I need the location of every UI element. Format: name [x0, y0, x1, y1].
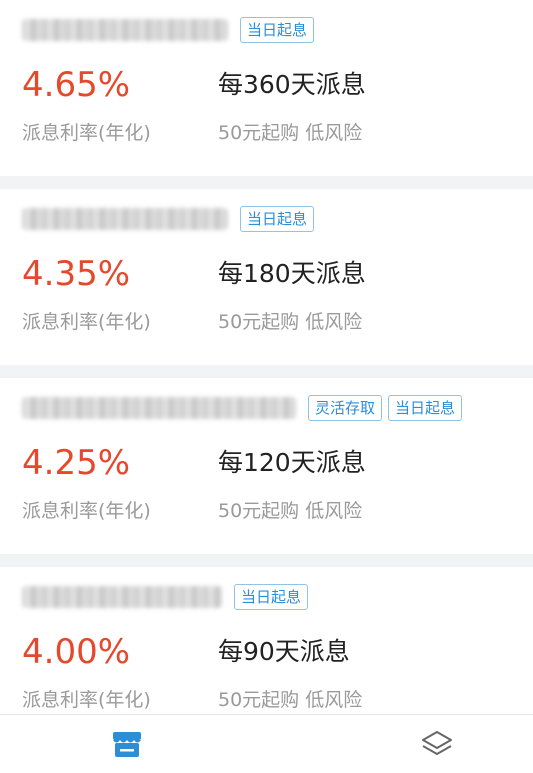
store-icon[interactable]	[110, 729, 144, 759]
product-title-row: 灵活存取 当日起息	[22, 392, 468, 424]
interest-rate: 4.25%	[22, 443, 131, 483]
rate-label: 派息利率(年化)	[22, 689, 151, 711]
layers-icon[interactable]	[420, 729, 454, 759]
product-title-row: 当日起息	[22, 14, 320, 46]
product-conditions: 50元起购 低风险	[218, 496, 362, 526]
interest-rate: 4.65%	[22, 65, 131, 105]
product-card[interactable]: 当日起息 4.65% 派息利率(年化) 每360天派息 50元起购 低风险	[0, 0, 533, 189]
payout-period: 每360天派息	[218, 70, 366, 99]
bottom-tab-bar	[0, 714, 533, 773]
blurred-product-name	[22, 397, 296, 419]
blurred-product-name	[22, 586, 222, 608]
payout-period: 每180天派息	[218, 259, 366, 288]
interest-rate: 4.00%	[22, 632, 131, 672]
payout-period: 每120天派息	[218, 448, 366, 477]
risk-level: 低风险	[305, 689, 363, 711]
min-amount: 50元起购	[218, 122, 300, 144]
tag-same-day-interest: 当日起息	[240, 206, 315, 232]
blurred-product-name	[22, 208, 228, 230]
min-amount: 50元起购	[218, 689, 300, 711]
risk-level: 低风险	[305, 122, 363, 144]
blurred-product-name	[22, 19, 228, 41]
product-title-row: 当日起息	[22, 203, 320, 235]
product-card[interactable]: 灵活存取 当日起息 4.25% 派息利率(年化) 每120天派息 50元起购 低…	[0, 378, 533, 567]
min-amount: 50元起购	[218, 500, 300, 522]
product-list: 当日起息 4.65% 派息利率(年化) 每360天派息 50元起购 低风险 当日…	[0, 0, 533, 767]
tag-same-day-interest: 当日起息	[240, 17, 315, 43]
product-conditions: 50元起购 低风险	[218, 685, 362, 715]
risk-level: 低风险	[305, 311, 363, 333]
product-conditions: 50元起购 低风险	[218, 307, 362, 337]
min-amount: 50元起购	[218, 311, 300, 333]
product-title-row: 当日起息	[22, 581, 314, 613]
tag-flexible-access: 灵活存取	[308, 395, 383, 421]
product-card[interactable]: 当日起息 4.35% 派息利率(年化) 每180天派息 50元起购 低风险	[0, 189, 533, 378]
product-conditions: 50元起购 低风险	[218, 118, 362, 148]
tag-same-day-interest: 当日起息	[388, 395, 463, 421]
rate-label: 派息利率(年化)	[22, 500, 151, 522]
interest-rate: 4.35%	[22, 254, 131, 294]
risk-level: 低风险	[305, 500, 363, 522]
payout-period: 每90天派息	[218, 637, 350, 666]
rate-label: 派息利率(年化)	[22, 122, 151, 144]
rate-label: 派息利率(年化)	[22, 311, 151, 333]
tag-same-day-interest: 当日起息	[234, 584, 309, 610]
